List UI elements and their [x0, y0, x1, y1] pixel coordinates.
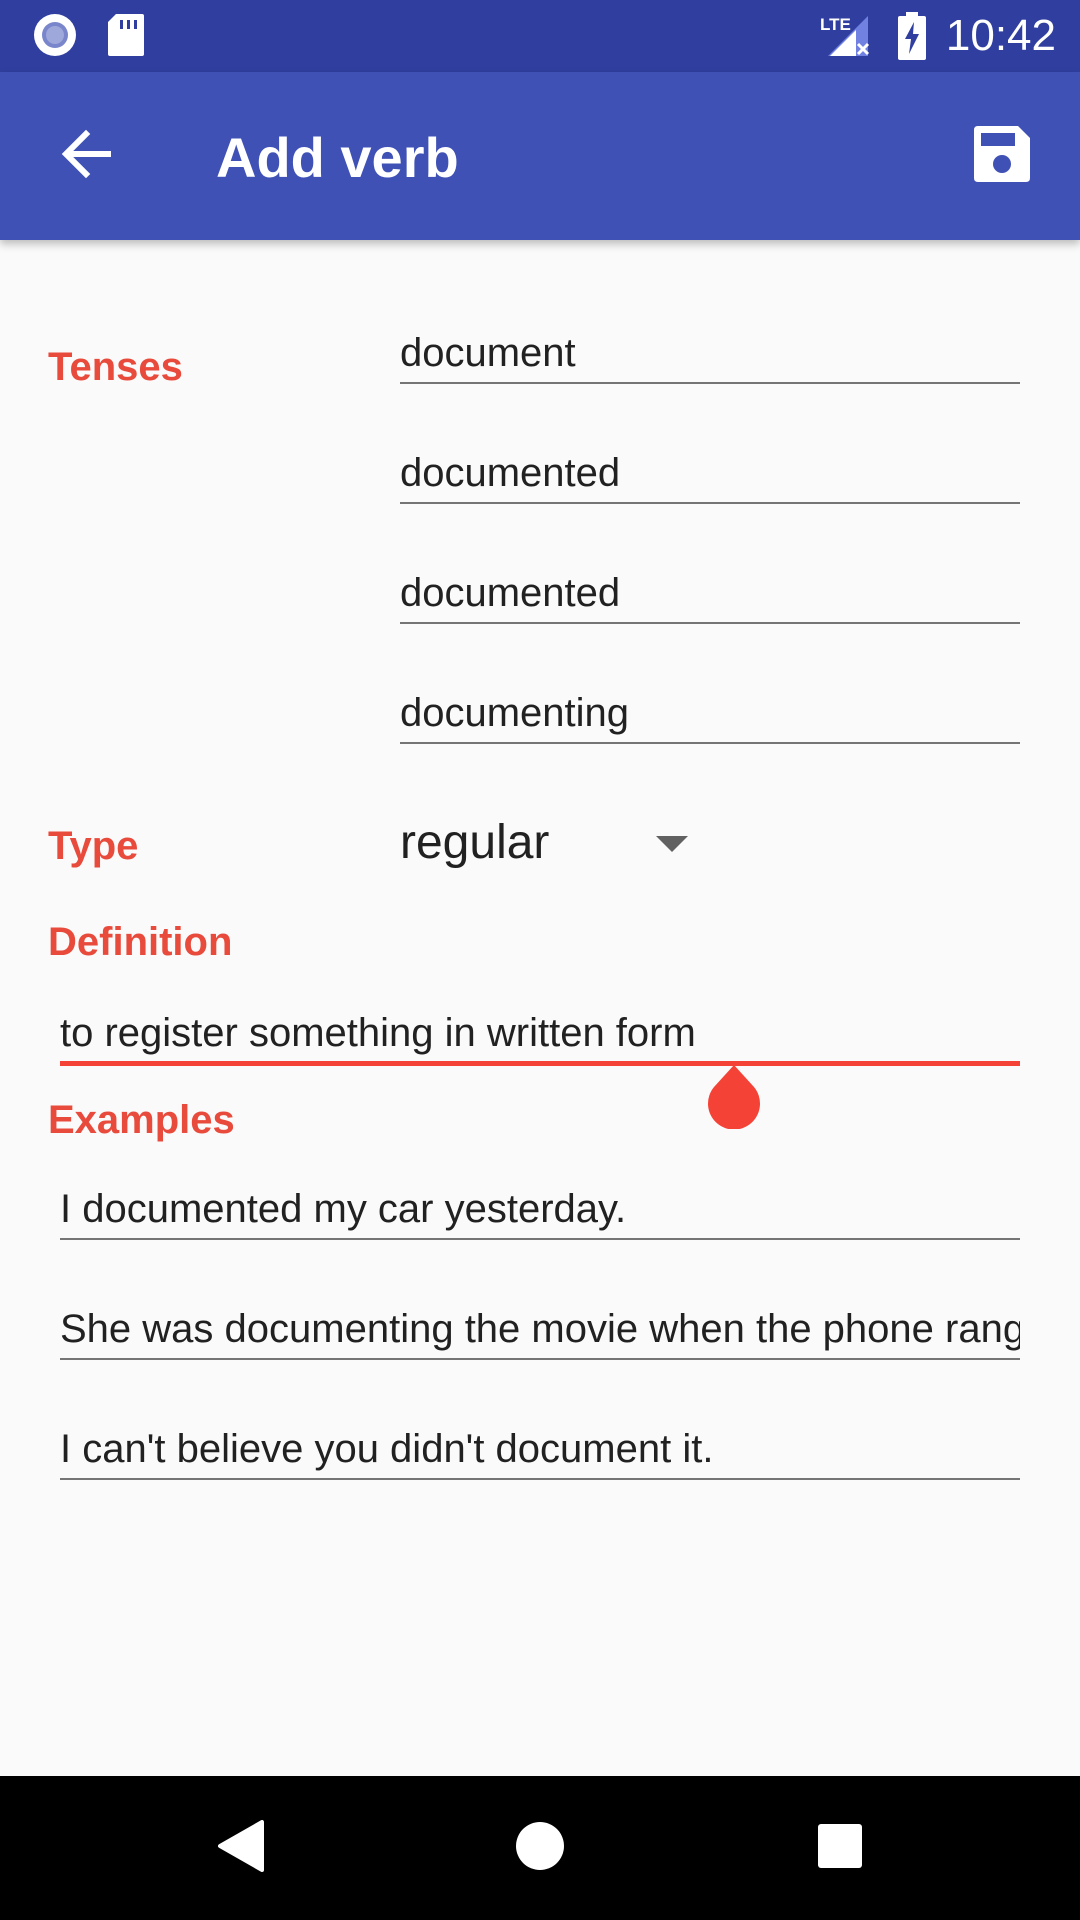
navigation-bar [0, 1776, 1080, 1920]
square-recents-icon [817, 1823, 863, 1873]
save-button[interactable] [964, 118, 1040, 194]
lte-label: LTE [820, 15, 851, 34]
dropdown-arrow-icon [656, 836, 688, 858]
example-input-1[interactable] [60, 1180, 1020, 1240]
text-cursor-handle[interactable] [704, 1065, 764, 1130]
example-input-3[interactable] [60, 1420, 1020, 1480]
battery-charging-icon [898, 12, 926, 64]
notification-circle-icon [32, 12, 78, 62]
tenses-label: Tenses [48, 345, 183, 389]
tense-present-participle-input[interactable] [400, 684, 1020, 744]
lte-signal-icon: LTE [818, 12, 874, 64]
type-dropdown[interactable]: regular [400, 812, 700, 872]
nav-home-button[interactable] [500, 1808, 580, 1888]
examples-label: Examples [48, 1098, 235, 1142]
definition-input[interactable] [60, 1006, 1020, 1066]
type-label: Type [48, 824, 139, 868]
status-bar: LTE 10:42 [0, 0, 1080, 72]
tense-past-participle-input[interactable] [400, 564, 1020, 624]
definition-label: Definition [48, 920, 233, 964]
nav-recents-button[interactable] [800, 1808, 880, 1888]
save-icon [974, 126, 1030, 186]
type-selected-value: regular [400, 815, 550, 869]
arrow-back-icon [60, 128, 112, 184]
tense-past-input[interactable] [400, 444, 1020, 504]
triangle-back-icon [216, 1820, 264, 1876]
sd-card-icon [106, 12, 146, 62]
example-input-2[interactable] [60, 1300, 1020, 1360]
status-time: 10:42 [945, 11, 1056, 60]
nav-back-button[interactable] [200, 1808, 280, 1888]
circle-home-icon [515, 1821, 565, 1875]
app-bar: Add verb [0, 72, 1080, 240]
page-title: Add verb [216, 126, 459, 189]
back-button[interactable] [48, 118, 124, 194]
tense-base-input[interactable] [400, 324, 1020, 384]
